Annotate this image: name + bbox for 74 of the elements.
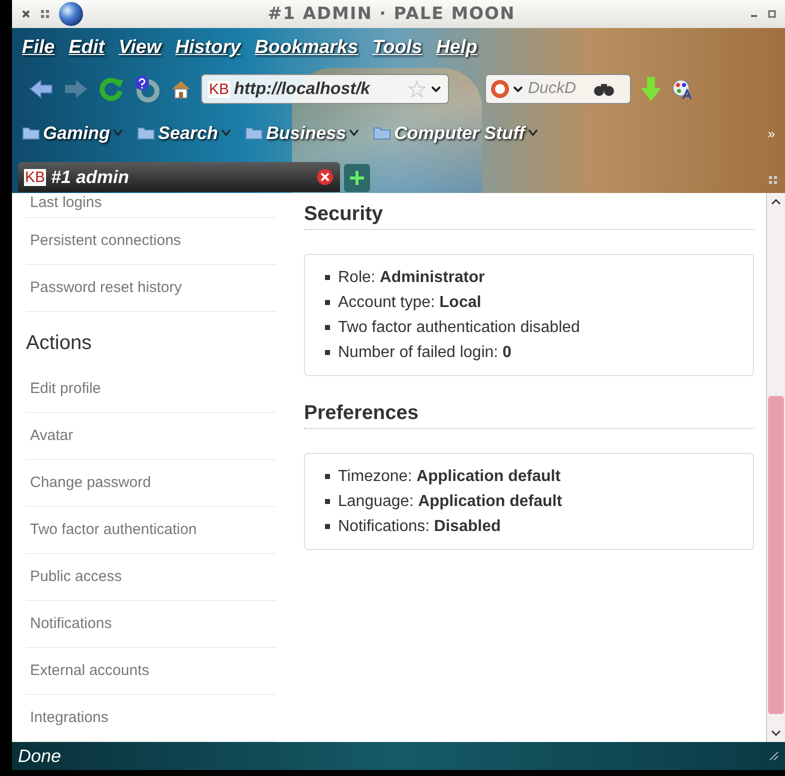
caret-icon xyxy=(113,129,124,137)
overflow-chevron[interactable]: » xyxy=(768,126,775,140)
section-title: Preferences xyxy=(304,402,754,429)
bullet-icon xyxy=(325,474,330,479)
info-text: Account type: Local xyxy=(338,293,482,313)
sidebar-link[interactable]: Edit profile xyxy=(26,366,276,413)
scrollbar[interactable] xyxy=(766,193,785,742)
sidebar-link[interactable]: Two factor authentication xyxy=(26,507,276,554)
scrollbar-thumb[interactable] xyxy=(768,396,784,714)
new-tab-icon[interactable] xyxy=(344,164,370,192)
binoculars-icon[interactable] xyxy=(593,81,615,97)
bullet-icon xyxy=(325,300,330,305)
sidebar-link[interactable]: Last logins xyxy=(26,193,276,218)
search-field[interactable]: DuckD xyxy=(526,79,590,99)
caret-icon xyxy=(349,129,360,137)
folder-icon xyxy=(245,126,264,140)
dropdown-caret-icon[interactable] xyxy=(513,84,523,94)
close-icon[interactable] xyxy=(316,168,334,186)
folder-icon xyxy=(137,126,156,140)
bookmark-folder[interactable]: Gaming xyxy=(22,122,124,144)
menu-item[interactable]: Tools xyxy=(372,37,422,59)
back-arrow-icon[interactable] xyxy=(28,77,54,101)
close-icon[interactable] xyxy=(20,8,32,20)
site-favicon: KB xyxy=(208,80,230,98)
folder-icon xyxy=(373,126,392,140)
info-text: Language: Application default xyxy=(338,492,562,512)
sidebar-link[interactable]: Notifications xyxy=(26,601,276,648)
status-text: Done xyxy=(18,746,62,766)
sidebar-link[interactable]: Password reset history xyxy=(26,265,276,312)
info-text: Role: Administrator xyxy=(338,268,485,288)
bullet-icon xyxy=(325,325,330,330)
star-icon[interactable] xyxy=(408,80,426,98)
menu-item[interactable]: History xyxy=(175,37,241,59)
bullet-icon xyxy=(325,275,330,280)
menu-item[interactable]: Help xyxy=(436,37,478,59)
resize-grip-icon[interactable] xyxy=(769,751,779,761)
sidebar-link[interactable]: External accounts xyxy=(26,648,276,695)
grip-icon[interactable] xyxy=(40,9,50,19)
bullet-icon xyxy=(325,350,330,355)
caret-icon xyxy=(221,129,232,137)
grip-icon[interactable] xyxy=(769,176,777,184)
sidebar-link[interactable]: Avatar xyxy=(26,413,276,460)
bullet-icon xyxy=(325,524,330,529)
palette-icon[interactable] xyxy=(671,78,693,100)
bullet-icon xyxy=(325,499,330,504)
sidebar-link[interactable]: Change password xyxy=(26,460,276,507)
reload-icon[interactable] xyxy=(98,76,124,102)
bookmark-folder[interactable]: Computer Stuff xyxy=(373,122,538,144)
address-field[interactable]: KB http://localhost/k xyxy=(201,74,449,104)
sidebar-link[interactable]: Public access xyxy=(26,554,276,601)
menu-item[interactable]: View xyxy=(118,37,162,59)
bookmark-folder[interactable]: Search xyxy=(137,122,232,144)
info-text: Number of failed login: 0 xyxy=(338,343,512,363)
tab[interactable]: KB #1 admin xyxy=(18,162,340,192)
section-title: Security xyxy=(304,203,754,230)
maximize-icon[interactable] xyxy=(767,9,777,19)
home-icon[interactable] xyxy=(170,78,192,100)
folder-icon xyxy=(22,126,40,140)
menu-item[interactable]: Edit xyxy=(68,37,105,59)
globe-icon xyxy=(58,1,84,27)
info-text: Two factor authentication disabled xyxy=(338,318,580,338)
search-bar[interactable]: DuckD xyxy=(485,74,631,104)
help-ring-icon[interactable] xyxy=(133,75,161,103)
search-engine-icon[interactable] xyxy=(490,79,510,99)
window-title: #1 ADMIN · PALE MOON xyxy=(266,4,516,24)
sidebar-heading: Actions xyxy=(26,331,93,356)
menu-item[interactable]: Bookmarks xyxy=(254,37,358,59)
sidebar-link[interactable]: Persistent connections xyxy=(26,218,276,265)
caret-icon xyxy=(528,129,538,137)
info-text: Notifications: Disabled xyxy=(338,517,501,537)
site-favicon: KB xyxy=(24,168,46,186)
info-text: Timezone: Application default xyxy=(338,467,561,487)
url-text: http://localhost/k xyxy=(234,79,372,99)
menu-item[interactable]: File xyxy=(22,37,55,59)
